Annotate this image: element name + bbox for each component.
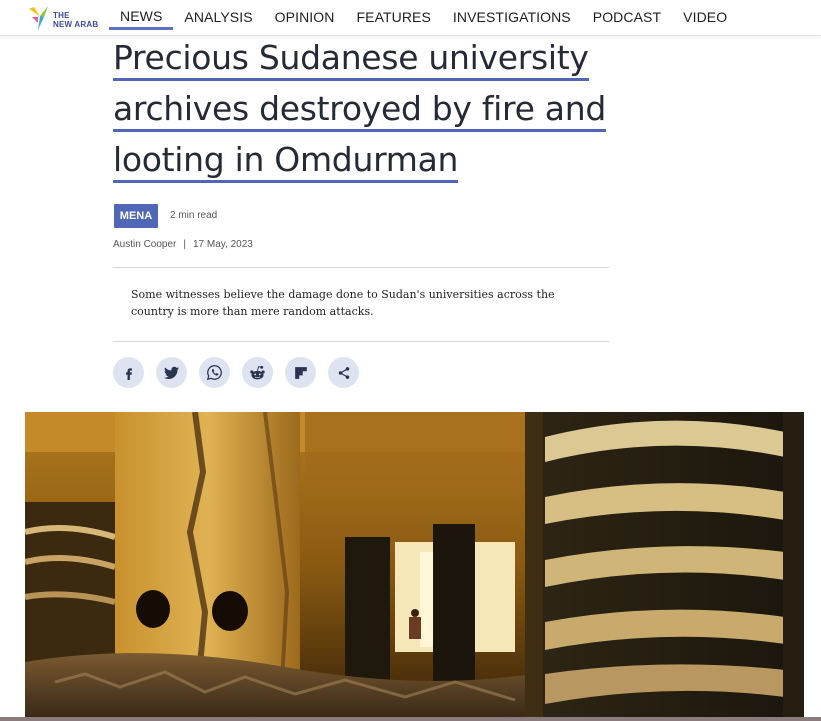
publish-date: 17 May, 2023: [192, 239, 253, 250]
byline-separator: |: [183, 239, 186, 250]
nav-item-investigations[interactable]: INVESTIGATIONS: [453, 9, 571, 30]
author-link[interactable]: Austin Cooper: [113, 239, 176, 250]
divider-top: [113, 267, 609, 268]
facebook-icon: [125, 367, 132, 380]
nav-item-analysis[interactable]: ANALYSIS: [184, 9, 252, 30]
hero-image: [25, 412, 804, 717]
site-header: THE NEW ARAB NEWS ANALYSIS OPINION FEATU…: [0, 0, 821, 36]
nav-item-features[interactable]: FEATURES: [356, 9, 430, 30]
twitter-icon: [164, 366, 179, 379]
nav-item-podcast[interactable]: PODCAST: [593, 9, 661, 30]
whatsapp-icon: [206, 365, 222, 381]
headline-line-3: looting in Omdurman: [113, 140, 458, 183]
share-icon: [338, 366, 349, 379]
nav-item-news[interactable]: NEWS: [109, 8, 174, 30]
share-more-button[interactable]: [328, 357, 359, 388]
headline-line-1: Precious Sudanese university: [113, 38, 589, 81]
site-logo[interactable]: THE NEW ARAB: [26, 3, 106, 33]
headline-line-2: archives destroyed by fire and: [113, 89, 606, 132]
share-whatsapp-button[interactable]: [199, 357, 230, 388]
nav-item-opinion[interactable]: OPINION: [275, 9, 335, 30]
share-reddit-button[interactable]: [242, 357, 273, 388]
burned-archive-photo: [25, 412, 804, 717]
share-flipboard-button[interactable]: [285, 357, 316, 388]
bird-logo-icon: [29, 6, 48, 30]
share-facebook-button[interactable]: [113, 357, 144, 388]
article-summary: Some witnesses believe the damage done t…: [131, 288, 555, 318]
share-bar: [113, 357, 359, 388]
main-nav: NEWS ANALYSIS OPINION FEATURES INVESTIGA…: [109, 0, 749, 36]
category-tag[interactable]: MENA: [114, 204, 158, 228]
flipboard-icon: [294, 366, 307, 379]
share-twitter-button[interactable]: [156, 357, 187, 388]
reddit-icon: [250, 365, 265, 379]
nav-item-video[interactable]: VIDEO: [683, 9, 727, 30]
read-time: 2 min read: [170, 210, 218, 221]
page-bottom-strip: [0, 717, 821, 721]
logo-text: THE NEW ARAB: [53, 11, 99, 29]
byline: Austin Cooper | 17 May, 2023: [113, 239, 253, 250]
article-headline: Precious Sudanese university archives de…: [113, 32, 633, 185]
divider-bottom: [113, 341, 609, 342]
